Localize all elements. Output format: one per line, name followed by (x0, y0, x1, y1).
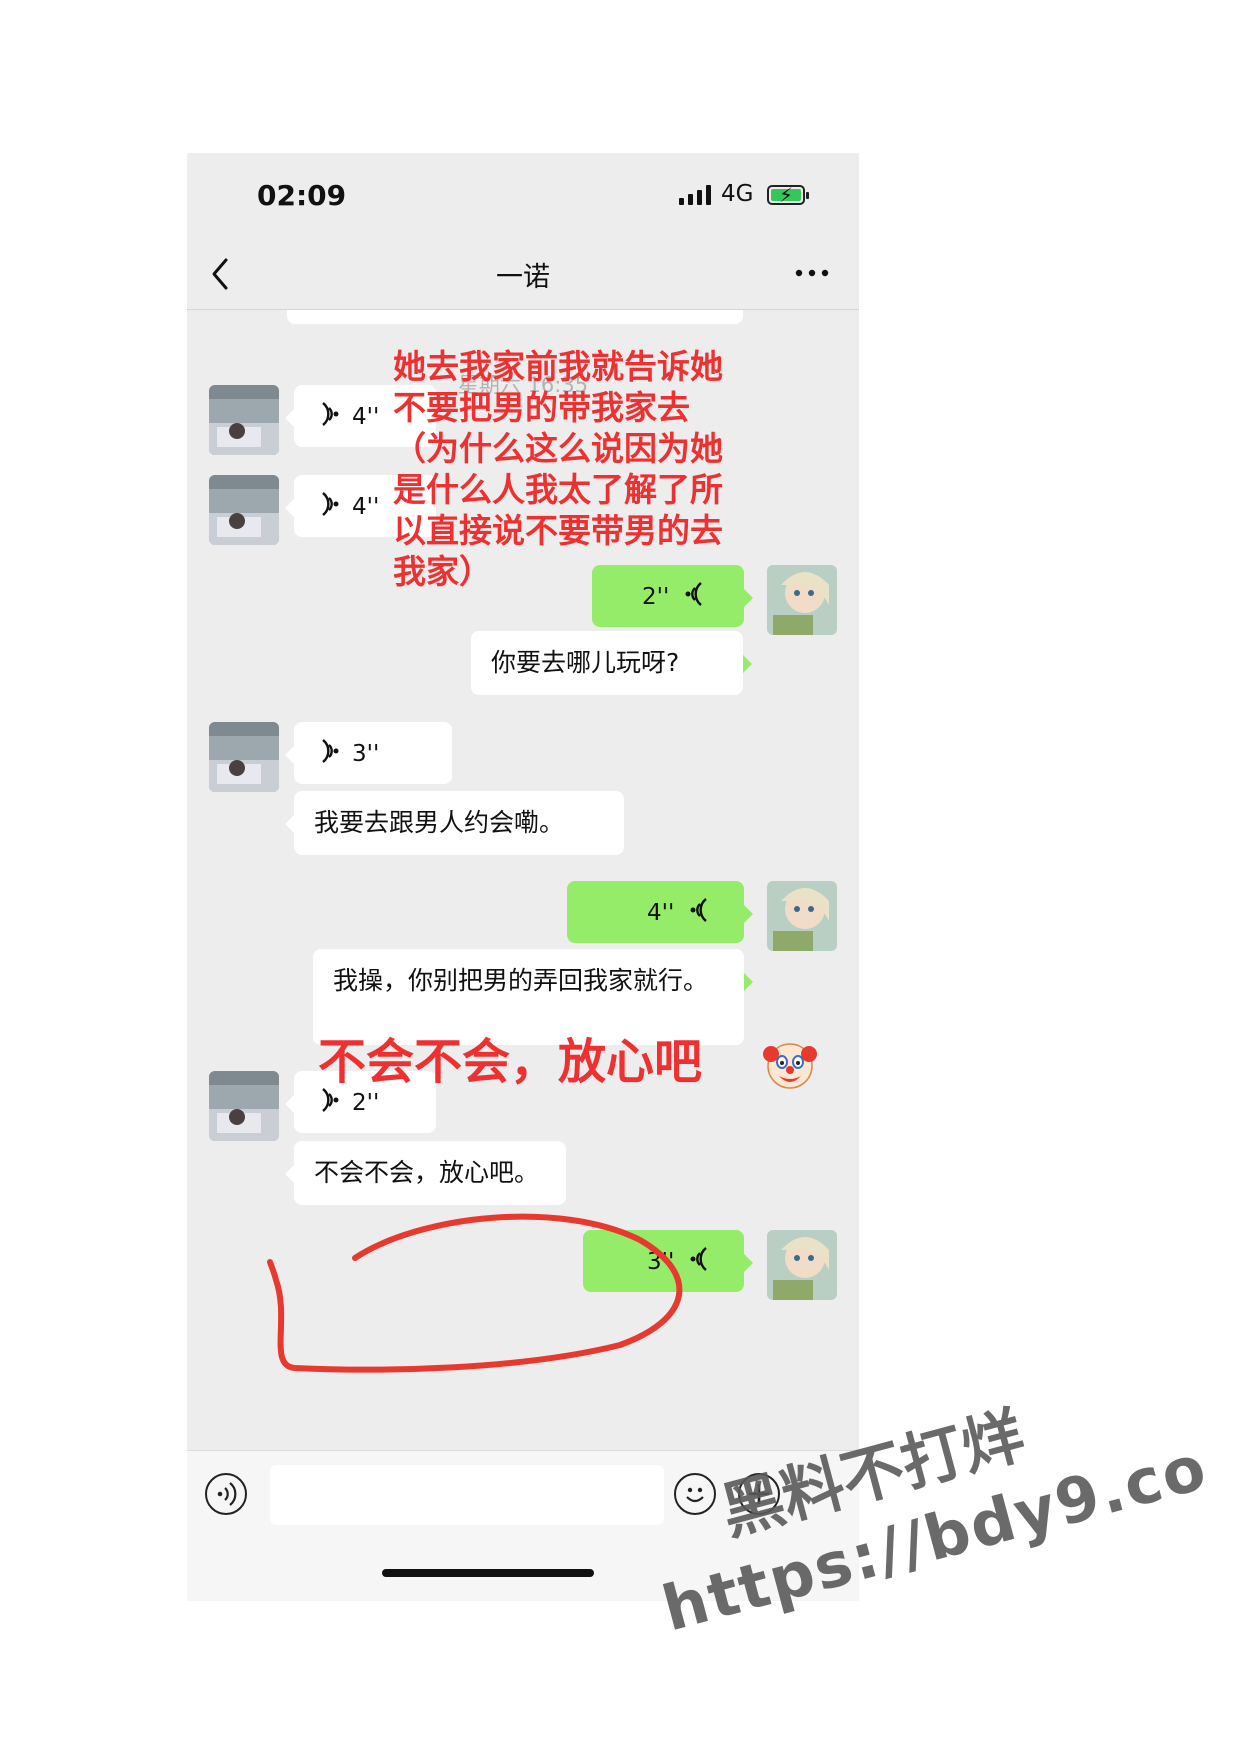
contact-avatar[interactable] (209, 475, 279, 545)
annotation-line: 她去我家前我就告诉她 (393, 347, 723, 386)
my-avatar[interactable] (767, 881, 837, 951)
annotation-note: 她去我家前我就告诉她 不要把男的带我家去 （为什么这么说因为她 是什么人我太了解… (393, 346, 753, 592)
text-message-in[interactable]: 不会不会，放心吧。 (285, 1141, 566, 1205)
voice-duration: 4'' (352, 494, 380, 520)
voice-wave-icon (689, 895, 713, 935)
voice-message-out[interactable]: 4'' (567, 881, 753, 943)
voice-message-out[interactable]: 3'' (583, 1230, 753, 1292)
more-button[interactable] (795, 249, 829, 289)
my-avatar[interactable] (767, 1230, 837, 1300)
home-indicator[interactable] (382, 1569, 594, 1577)
nav-bar: 一诺 (187, 243, 859, 310)
status-bar: 02:09 4G ⚡ (187, 153, 859, 243)
annotation-line: 以直接说不要带男的去 (393, 511, 723, 550)
message-input[interactable] (270, 1465, 664, 1525)
voice-message-in[interactable]: 3'' (285, 722, 452, 784)
contact-avatar[interactable] (209, 1071, 279, 1141)
emoji-icon (686, 1487, 704, 1503)
emoji-button[interactable] (674, 1473, 716, 1515)
voice-input-button[interactable] (205, 1473, 247, 1515)
voice-wave-icon (316, 489, 340, 529)
voice-duration: 4'' (647, 900, 675, 926)
annotation-line: 是什么人我太了解了所 (393, 470, 723, 509)
contact-avatar[interactable] (209, 722, 279, 792)
text-message-out[interactable]: 你要去哪儿玩呀? (471, 631, 752, 695)
voice-wave-icon (689, 1244, 713, 1284)
signal-icon (679, 185, 715, 205)
annotation-line: 我家） (393, 552, 492, 591)
network-type: 4G (721, 181, 754, 207)
my-avatar[interactable] (767, 565, 837, 635)
voice-duration: 4'' (352, 404, 380, 430)
voice-wave-icon (316, 399, 340, 439)
annotation-line: （为什么这么说因为她 (393, 429, 723, 468)
text-message-out[interactable]: 我操，你别把男的弄回我家就行。 (313, 949, 753, 1045)
status-time: 02:09 (257, 179, 347, 212)
voice-duration: 3'' (352, 741, 380, 767)
annotation-line: 不要把男的带我家去 (393, 388, 690, 427)
clown-face-icon (762, 1036, 818, 1092)
voice-input-icon (217, 1482, 237, 1506)
previous-message-bubble (287, 310, 743, 324)
annotation-reply-note: 不会不会，放心吧 (318, 1034, 703, 1090)
voice-wave-icon (316, 736, 340, 776)
more-icon (795, 269, 829, 277)
text-message-in[interactable]: 我要去跟男人约会嘞。 (285, 791, 624, 855)
voice-duration: 3'' (647, 1249, 675, 1275)
contact-avatar[interactable] (209, 385, 279, 455)
chat-title: 一诺 (496, 262, 550, 293)
battery-icon: ⚡ (767, 183, 809, 207)
